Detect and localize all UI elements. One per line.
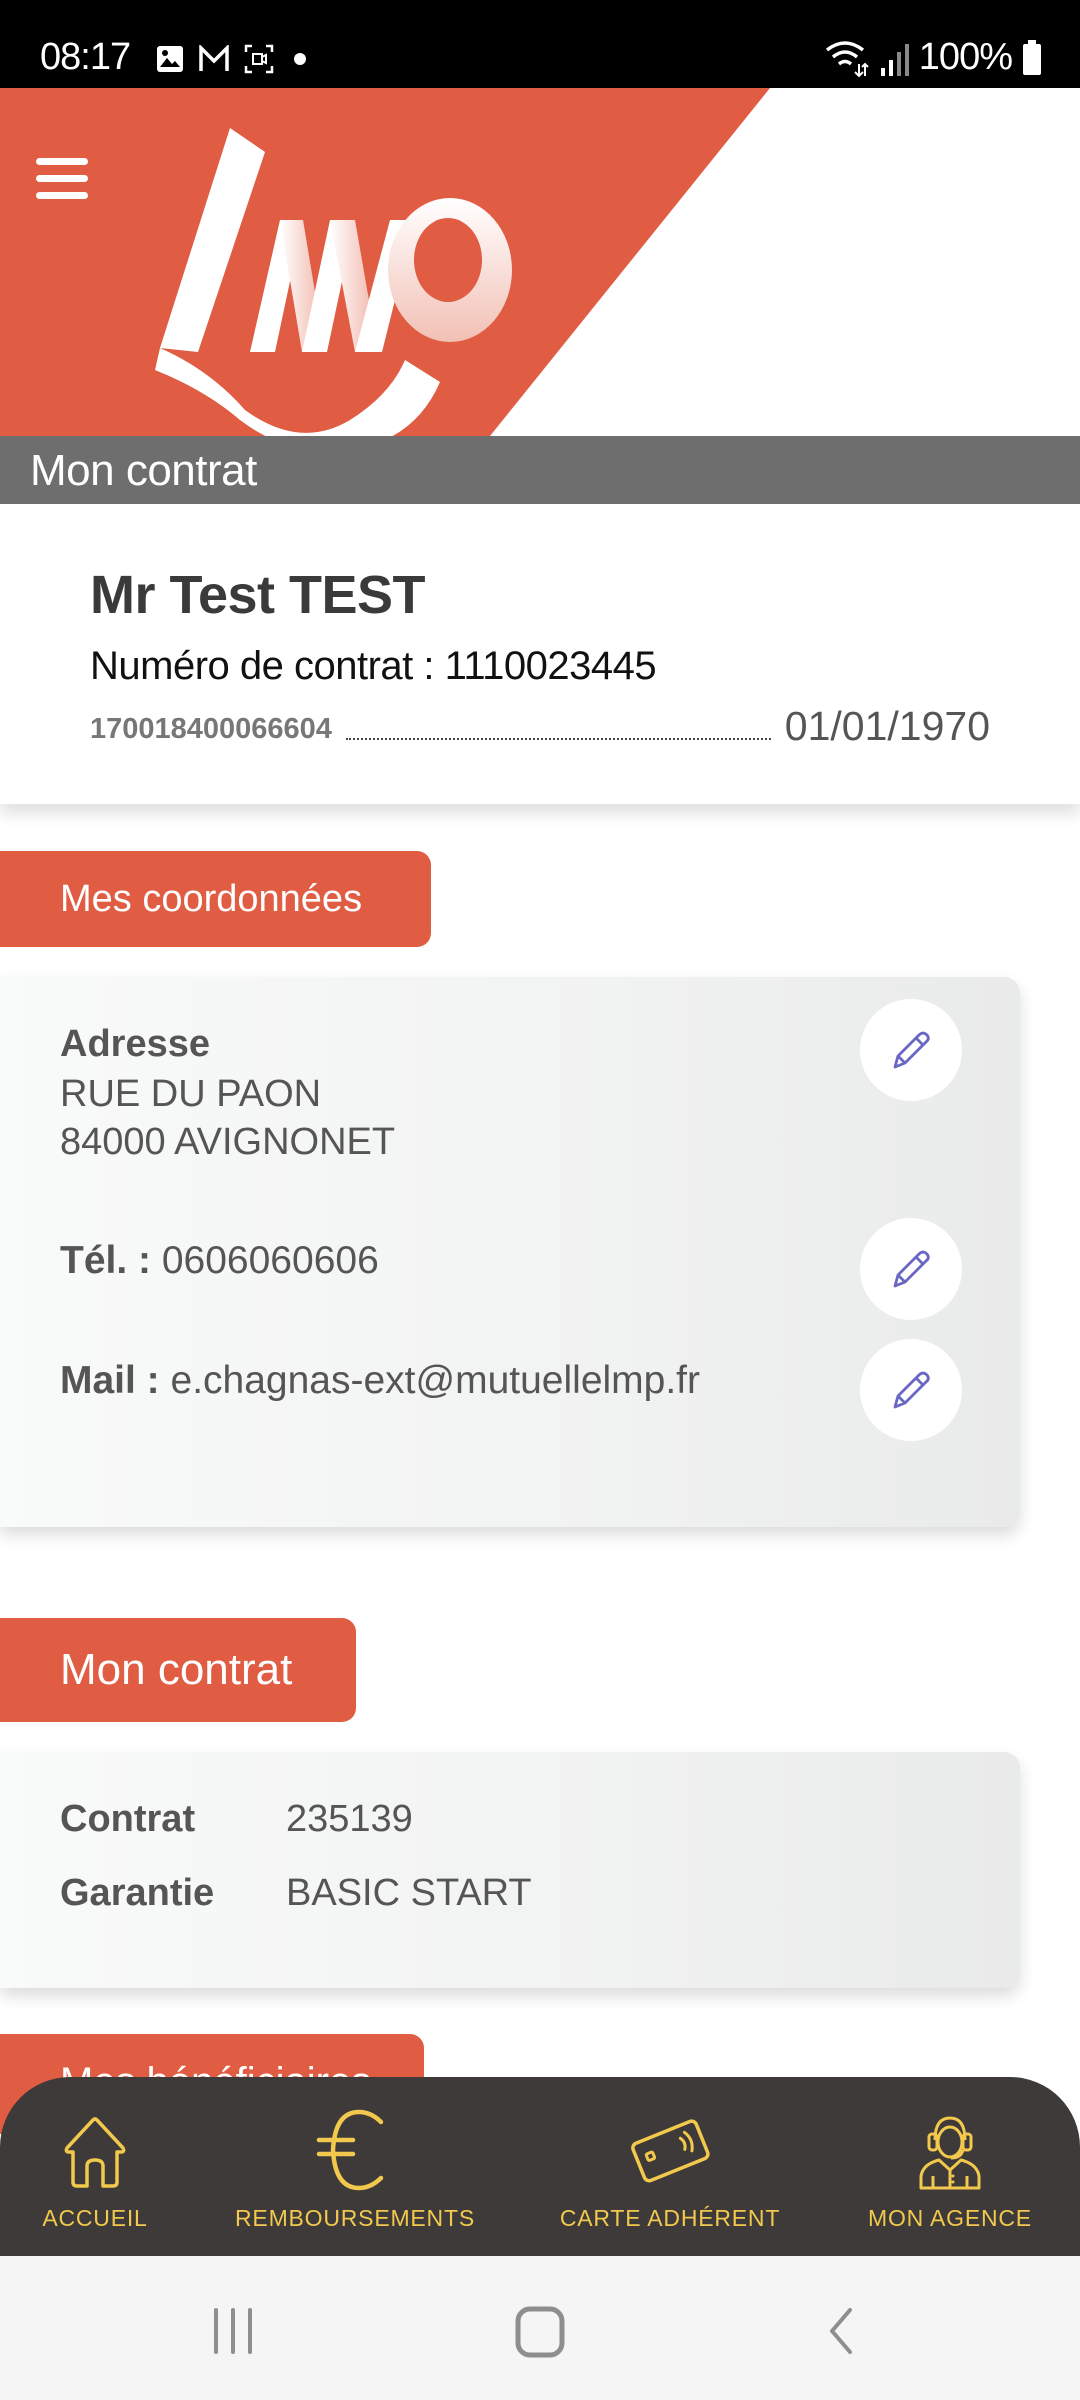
contract-value: 235139 [286, 1798, 413, 1840]
birth-date: 01/01/1970 [784, 703, 990, 749]
dot-icon [294, 53, 306, 65]
agent-headset-icon [919, 2116, 981, 2190]
page-title: Mon contrat [30, 446, 257, 495]
wifi-icon [825, 40, 869, 77]
status-time: 08:17 [40, 36, 131, 78]
contrat-card: Contrat 235139 Garantie BASIC START [0, 1752, 1020, 1988]
bottom-navigation: ACCUEIL REMBOURSEMENTS CARTE ADHÉRENT MO… [0, 2077, 1080, 2256]
status-bar: 08:17 100% [0, 0, 1080, 88]
battery-icon [1023, 39, 1041, 75]
contract-key: Contrat [60, 1798, 196, 1840]
home-button[interactable] [510, 2306, 570, 2365]
phone-value: 0606060606 [161, 1239, 379, 1282]
lmp-logo[interactable] [150, 120, 520, 436]
email-label: Mail : [60, 1359, 160, 1402]
pencil-icon [893, 1250, 930, 1288]
member-name: Mr Test TEST [90, 565, 426, 625]
identity-card: Mr Test TEST Numéro de contrat : 1110023… [0, 504, 1080, 804]
menu-button[interactable] [34, 148, 94, 204]
member-id: 170018400066604 [90, 713, 332, 745]
edit-email-button[interactable] [860, 1339, 962, 1441]
hamburger-icon-bar [36, 158, 88, 165]
nav-mon-agence[interactable]: MON AGENCE [820, 2077, 1080, 2256]
battery-level: 100% [918, 36, 1013, 78]
pencil-icon [893, 1031, 930, 1069]
section-tab-contrat: Mon contrat [0, 1618, 356, 1722]
member-id-row: 170018400066604 01/01/1970 [90, 700, 990, 750]
back-button[interactable] [820, 2306, 860, 2361]
system-status-icons: 100% [825, 36, 1042, 79]
page-title-bar: Mon contrat [0, 436, 1080, 504]
screen-record-icon [244, 44, 274, 74]
guarantee-row: Garantie BASIC START [60, 1872, 532, 1915]
address-line-2: 84000 AVIGNONET [60, 1121, 396, 1163]
address-line-1: RUE DU PAON [60, 1073, 322, 1115]
home-icon [64, 2117, 126, 2188]
home-circle-icon [515, 2306, 565, 2358]
section-tab-coordonnees: Mes coordonnées [0, 851, 431, 947]
guarantee-value: BASIC START [286, 1872, 532, 1914]
back-icon [830, 2308, 852, 2354]
nav-label: REMBOURSEMENTS [235, 2205, 475, 2231]
email-value: e.chagnas-ext@mutuellelmp.fr [170, 1359, 701, 1402]
nav-accueil[interactable]: ACCUEIL [0, 2077, 190, 2256]
hamburger-icon-bar [36, 175, 88, 182]
gmail-icon [199, 45, 229, 71]
section-title: Mon contrat [60, 1645, 293, 1694]
nav-label: MON AGENCE [868, 2205, 1032, 2231]
dotted-leader [345, 738, 771, 740]
nav-label: CARTE ADHÉRENT [559, 2205, 781, 2231]
pencil-icon [893, 1371, 930, 1409]
app-header [0, 88, 1080, 436]
phone-row: Tél. : 0606060606 [60, 1239, 379, 1283]
phone-label: Tél. : [60, 1239, 152, 1282]
edit-address-button[interactable] [860, 999, 962, 1101]
section-title: Mes coordonnées [60, 877, 363, 920]
notification-icons [156, 44, 312, 74]
guarantee-key: Garantie [60, 1872, 215, 1914]
recents-button[interactable] [208, 2306, 258, 2361]
contract-number: Numéro de contrat : 1110023445 [90, 644, 657, 688]
euro-icon [316, 2109, 384, 2191]
nav-label: ACCUEIL [42, 2205, 148, 2231]
coordonnees-card: Adresse RUE DU PAON 84000 AVIGNONET Tél.… [0, 977, 1020, 1527]
signal-icon [880, 43, 909, 76]
recents-icon [214, 2308, 252, 2354]
card-icon [631, 2119, 710, 2183]
system-navigation-bar [0, 2256, 1080, 2400]
contract-row: Contrat 235139 [60, 1798, 413, 1841]
address-label: Adresse [60, 1023, 210, 1065]
edit-phone-button[interactable] [860, 1218, 962, 1320]
hamburger-icon-bar [36, 192, 88, 199]
gallery-icon [157, 46, 183, 72]
email-row: Mail : e.chagnas-ext@mutuellelmp.fr [60, 1359, 700, 1403]
nav-carte-adherent[interactable]: CARTE ADHÉRENT [520, 2077, 820, 2256]
nav-remboursements[interactable]: REMBOURSEMENTS [190, 2077, 520, 2256]
